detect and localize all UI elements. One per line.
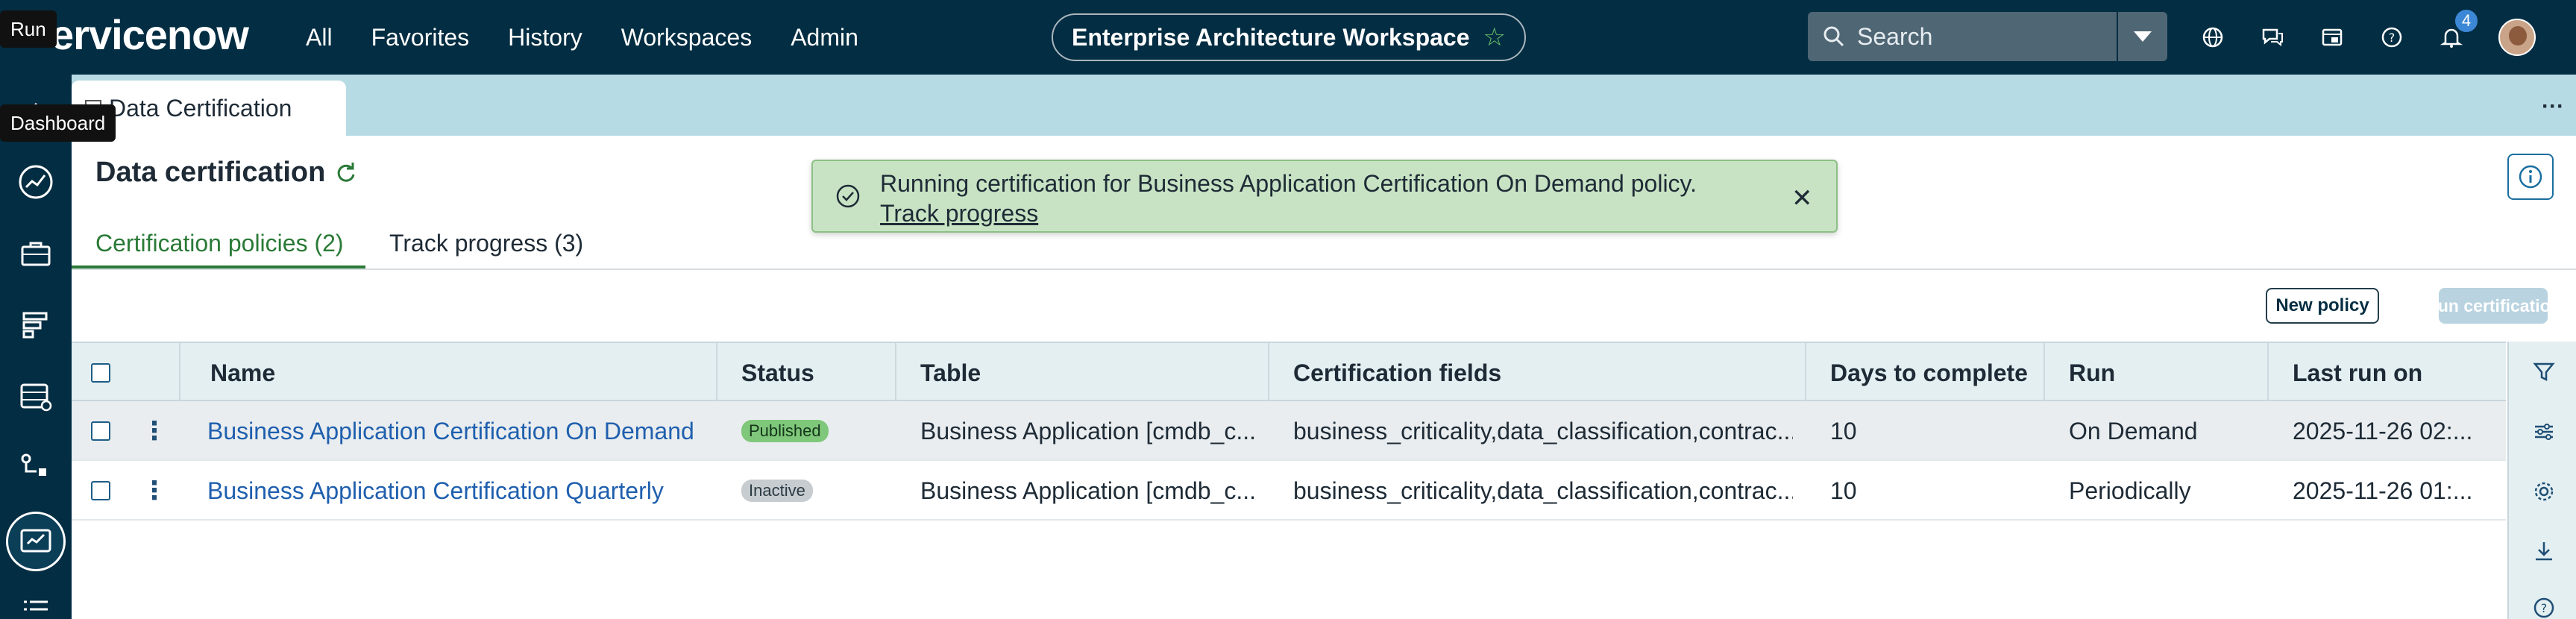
list-icon[interactable] xyxy=(16,588,55,619)
last-run-cell: 2025-11-26 01:... xyxy=(2293,477,2473,504)
bell-icon[interactable]: 4 xyxy=(2439,8,2479,50)
run-certification-label: Run certification xyxy=(2425,295,2561,315)
last-run-cell: 2025-11-26 02:... xyxy=(2293,417,2473,444)
servicenow-logo[interactable]: ervicenow xyxy=(51,10,249,59)
table-header: Name Status Table Certification fields D… xyxy=(72,342,2506,403)
download-icon[interactable] xyxy=(2531,538,2557,564)
row-checkbox[interactable] xyxy=(91,461,110,521)
close-icon[interactable]: ✕ xyxy=(1791,183,1813,213)
workspace-switcher-icon[interactable] xyxy=(2319,25,2345,50)
status-badge: Inactive xyxy=(741,480,813,502)
fields-cell: business_criticality,data_classification… xyxy=(1293,477,1793,504)
star-icon[interactable]: ☆ xyxy=(1483,22,1506,52)
col-table[interactable]: Table xyxy=(920,343,981,403)
tab-track-progress[interactable]: Track progress (3) xyxy=(389,230,583,257)
row-actions-kebab-icon[interactable]: ⋮ xyxy=(142,461,167,521)
search-icon xyxy=(1823,26,1844,47)
notification-badge: 4 xyxy=(2454,8,2479,34)
toast-message: Running certification for Business Appli… xyxy=(880,170,1697,197)
globe-icon[interactable] xyxy=(2200,25,2225,50)
info-button[interactable] xyxy=(2507,154,2554,200)
data-table-icon[interactable] xyxy=(16,377,55,416)
col-certification-fields[interactable]: Certification fields xyxy=(1293,343,1501,403)
tab-certification-policies[interactable]: Certification policies (2) xyxy=(95,230,344,257)
relationship-icon[interactable] xyxy=(16,449,55,488)
status-cell: Inactive xyxy=(741,461,813,521)
settings-sliders-icon[interactable] xyxy=(2531,419,2557,444)
tab-label: Data Certification xyxy=(109,94,292,122)
nav-workspaces[interactable]: Workspaces xyxy=(621,24,752,51)
help-icon[interactable]: ? xyxy=(2379,25,2404,50)
status-badge: Published xyxy=(741,420,829,442)
check-circle-icon xyxy=(835,183,861,213)
workspace-tab-strip xyxy=(72,75,2576,136)
run-certification-button[interactable]: Run certification xyxy=(2425,288,2561,324)
col-run[interactable]: Run xyxy=(2069,343,2115,403)
svg-text:?: ? xyxy=(2541,601,2548,615)
help-icon[interactable]: ? xyxy=(2531,595,2557,619)
table-cell: Business Application [cmdb_c... xyxy=(920,417,1256,444)
workspace-pill[interactable]: Enterprise Architecture Workspace ☆ xyxy=(1052,13,1526,61)
search-placeholder: Search xyxy=(1857,22,1933,50)
report-icon[interactable] xyxy=(16,306,55,345)
search-scope-dropdown[interactable] xyxy=(2118,12,2167,61)
col-days-to-complete[interactable]: Days to complete xyxy=(1830,343,2028,403)
tooltip-run: Run xyxy=(0,10,57,48)
workspace-label: Enterprise Architecture Workspace xyxy=(1071,23,1470,51)
run-cell: On Demand xyxy=(2069,417,2198,444)
col-last-run-on[interactable]: Last run on xyxy=(2293,343,2422,403)
new-policy-button[interactable]: New policy xyxy=(2266,288,2379,324)
col-status[interactable]: Status xyxy=(741,343,814,403)
col-name[interactable]: Name xyxy=(210,343,275,403)
page-title: Data certification xyxy=(95,157,326,188)
row-actions-kebab-icon[interactable]: ⋮ xyxy=(142,401,167,461)
days-cell: 10 xyxy=(1830,417,1857,444)
active-tab-indicator xyxy=(72,265,365,268)
policy-name-link[interactable]: Business Application Certification On De… xyxy=(207,401,694,461)
chevron-down-icon xyxy=(2134,31,2152,42)
table-row[interactable]: ⋮ Business Application Certification Qua… xyxy=(72,461,2506,521)
refresh-icon[interactable] xyxy=(333,160,358,189)
nav-favorites[interactable]: Favorites xyxy=(371,24,470,51)
gear-icon[interactable] xyxy=(2531,479,2557,504)
row-checkbox[interactable] xyxy=(91,401,110,461)
fields-cell: business_criticality,data_classification… xyxy=(1293,417,1793,444)
select-all-checkbox[interactable] xyxy=(91,343,110,403)
run-cell: Periodically xyxy=(2069,477,2191,504)
dashboard-icon[interactable] xyxy=(16,163,55,201)
main-nav: All Favorites History Workspaces Admin xyxy=(306,0,858,75)
nav-history[interactable]: History xyxy=(508,24,582,51)
top-navigation-bar: ervicenow All Favorites History Workspac… xyxy=(0,0,2576,75)
table-cell: Business Application [cmdb_c... xyxy=(920,477,1256,504)
nav-all[interactable]: All xyxy=(306,24,333,51)
table-row[interactable]: ⋮ Business Application Certification On … xyxy=(72,401,2506,461)
status-cell: Published xyxy=(741,401,829,461)
left-rail xyxy=(0,75,72,619)
list-side-toolbar: ? xyxy=(2507,342,2576,619)
user-avatar[interactable] xyxy=(2498,19,2536,56)
policy-name-link[interactable]: Business Application Certification Quart… xyxy=(207,461,664,521)
info-icon xyxy=(2519,165,2542,189)
filter-icon[interactable] xyxy=(2531,359,2557,385)
briefcase-icon[interactable] xyxy=(16,234,55,273)
svg-text:?: ? xyxy=(2389,31,2396,45)
top-icon-group: ? 4 xyxy=(2200,0,2536,75)
tooltip-dashboard: Dashboard xyxy=(0,104,116,142)
days-cell: 10 xyxy=(1830,477,1857,504)
nav-admin[interactable]: Admin xyxy=(791,24,858,51)
chat-icon[interactable] xyxy=(2260,25,2285,50)
search-input[interactable]: Search xyxy=(1808,12,2117,61)
more-options-icon[interactable]: ··· xyxy=(2542,94,2564,119)
data-certification-icon[interactable] xyxy=(6,512,66,571)
